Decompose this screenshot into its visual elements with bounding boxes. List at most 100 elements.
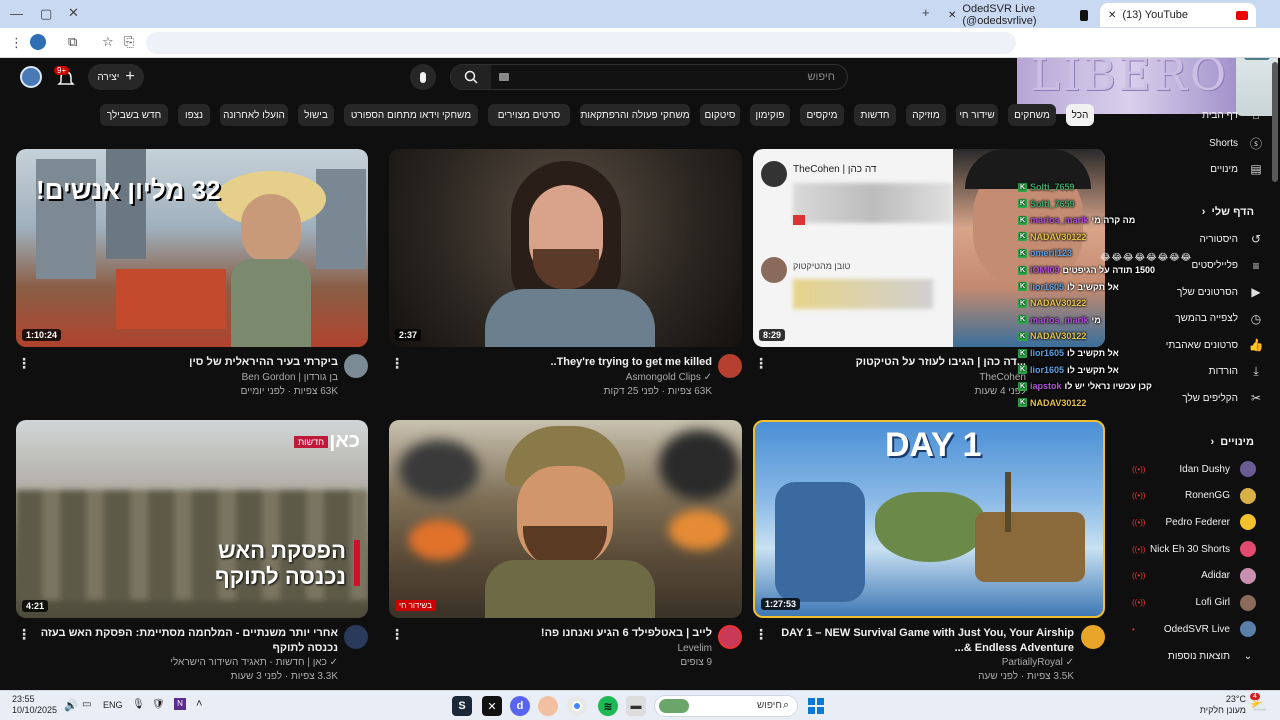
bookmark-star-icon[interactable]: ☆ (102, 34, 114, 50)
create-button[interactable]: יצירה + (88, 64, 144, 90)
you-section-header[interactable]: › הדף שלי (1124, 206, 1254, 218)
more-actions-icon[interactable]: ⋮ (390, 627, 404, 641)
channel-avatar[interactable] (344, 354, 368, 378)
subscriptions-header[interactable]: › מינויים (1124, 436, 1254, 448)
channel-name[interactable]: ✓ Asmongold Clips (414, 371, 712, 385)
video-title[interactable]: They're trying to get me killed.. (414, 355, 712, 370)
video-title[interactable]: לייב | באטלפילד 6 הגיע ואנחנו פה! (414, 626, 712, 641)
file-explorer-icon[interactable]: ▬ (626, 696, 646, 716)
onenote-icon[interactable]: N (174, 698, 186, 710)
spotify-icon[interactable]: ≋ (598, 696, 618, 716)
video-title[interactable]: ביקרתי בעיר ההיראלית של סין (40, 355, 338, 370)
channel-name[interactable]: ✓ PartiallyRoyal (776, 656, 1074, 670)
app-icon[interactable] (538, 696, 558, 716)
capcut-icon[interactable]: ✕ (482, 696, 502, 716)
restore-icon[interactable]: ▢ (40, 6, 52, 22)
menu-dots-icon[interactable]: ⋮ (10, 35, 23, 51)
subscription-item[interactable]: • OdedSVR Live (1124, 616, 1256, 642)
chip-0[interactable]: הכל (1066, 104, 1094, 126)
chip-8[interactable]: משחקי פעולה והרפתקאות (580, 104, 690, 126)
video-thumbnail[interactable]: 32 מליון אנשים! 1:10:24 (16, 149, 368, 347)
channel-avatar-live[interactable] (718, 625, 742, 649)
discord-icon[interactable]: d (510, 696, 530, 716)
tab-close-icon[interactable]: ✕ (1108, 10, 1116, 21)
install-app-icon[interactable]: ⎘ (124, 34, 134, 50)
chip-14[interactable]: חדש בשבילך (100, 104, 168, 126)
video-thumbnail[interactable]: בשידור חי (389, 420, 742, 618)
search-box[interactable]: חיפוש (450, 64, 848, 90)
more-actions-icon[interactable]: ⋮ (390, 356, 404, 370)
chip-3[interactable]: מוזיקה (906, 104, 946, 126)
video-thumbnail[interactable]: כאן חדשות הפסקת האש נכנסה לתוקף 4:21 (16, 420, 368, 618)
sidebar-item-0[interactable]: דף הבית ⌂ (1124, 102, 1264, 128)
keyboard-icon[interactable] (499, 73, 509, 81)
chip-5[interactable]: מיקסים (800, 104, 844, 126)
subscription-item[interactable]: ((•)) Pedro Federer (1124, 509, 1256, 535)
account-avatar[interactable] (20, 66, 42, 88)
channel-avatar[interactable] (1081, 625, 1105, 649)
chevron-up-icon[interactable]: ˄ (196, 698, 202, 710)
chip-1[interactable]: משחקים (1008, 104, 1056, 126)
address-bar[interactable] (146, 32, 1016, 54)
extensions-icon[interactable]: ⧉ (68, 34, 77, 50)
more-actions-icon[interactable]: ⋮ (754, 356, 768, 370)
more-actions-icon[interactable]: ⋮ (17, 627, 31, 641)
microphone-icon[interactable]: 🎙 (132, 699, 145, 710)
tab-odedsvr[interactable]: ✕ OdedSVR Live (@odedsvrlive) (940, 3, 1096, 27)
chip-4[interactable]: חדשות (854, 104, 896, 126)
sidebar-item-2[interactable]: מינויים ▤ (1124, 156, 1264, 182)
chip-12[interactable]: הועלו לאחרונה (220, 104, 288, 126)
chip-6[interactable]: פוקימון (750, 104, 790, 126)
chip-13[interactable]: נצפו (178, 104, 210, 126)
taskbar-search[interactable]: חיפוש ⌕ (654, 695, 798, 717)
channel-name[interactable]: TheCohen (776, 371, 1026, 385)
video-thumbnail[interactable]: DAY 1 1:27:53 (753, 420, 1105, 618)
chip-9[interactable]: סרטים מצוירים (488, 104, 570, 126)
voice-search-button[interactable] (410, 64, 436, 90)
minimize-icon[interactable]: — (10, 6, 23, 21)
notifications-icon[interactable]: 9+ (54, 66, 76, 88)
subscription-item[interactable]: ((•)) Idan Dushy (1124, 456, 1256, 482)
video-title[interactable]: ...דה כהן | הגיבו לעוזר על הטיקטוק (776, 355, 1026, 370)
chrome-icon[interactable] (567, 696, 587, 716)
chip-10[interactable]: משחקי וידאו מתחום הספורט (344, 104, 478, 126)
video-title[interactable]: DAY 1 – NEW Survival Game with Just You,… (776, 626, 1074, 656)
search-input[interactable]: חיפוש (808, 71, 835, 83)
tab-close-icon[interactable]: ✕ (948, 10, 956, 21)
sidebar-you-item-2[interactable]: הסרטונים שלך ▶ (1124, 279, 1264, 305)
channel-avatar[interactable] (718, 354, 742, 378)
chip-11[interactable]: בישול (298, 104, 334, 126)
start-icon[interactable] (806, 696, 826, 716)
weather-widget[interactable]: 23°C מעונן חלקית (1198, 694, 1246, 716)
more-actions-icon[interactable]: ⋮ (17, 356, 31, 370)
chip-2[interactable]: שידור חי (956, 104, 998, 126)
subscription-item[interactable]: ((•)) RonenGG (1124, 483, 1256, 509)
video-title[interactable]: אחרי יותר משנתיים - המלחמה מסתיימת: הפסק… (40, 626, 338, 656)
steam-icon[interactable]: S (452, 696, 472, 716)
new-tab-icon[interactable]: + (922, 5, 930, 20)
sidebar-you-item-0[interactable]: היסטוריה ↺ (1124, 226, 1264, 252)
close-icon[interactable]: ✕ (68, 5, 79, 21)
subscription-item[interactable]: ((•)) Adidar (1124, 563, 1256, 589)
channel-name[interactable]: בן גורדון | Ben Gordon (40, 371, 338, 385)
video-thumbnail[interactable]: 2:37 (389, 149, 742, 347)
show-more-button[interactable]: תוצאות נוספות ⌄ (1124, 643, 1256, 669)
page-scrollbar[interactable] (1272, 62, 1278, 182)
language-indicator[interactable]: ENG (103, 700, 123, 710)
channel-avatar[interactable] (344, 625, 368, 649)
sidebar-you-item-4[interactable]: סרטונים שאהבתי 👍 (1124, 332, 1264, 358)
channel-name[interactable]: ✓ כאן | חדשות - תאגיד השידור הישראלי (40, 656, 338, 670)
tab-youtube[interactable]: ✕ (13) YouTube (1100, 3, 1256, 27)
chip-7[interactable]: סיטקום (700, 104, 740, 126)
clock[interactable]: 23:55 10/10/2025 (12, 694, 57, 716)
speaker-icon[interactable]: 🔊 (64, 699, 78, 712)
sidebar-item-1[interactable]: Shorts ⓢ (1124, 130, 1264, 156)
security-icon[interactable]: 🛡 (152, 699, 165, 710)
profile-avatar[interactable] (30, 34, 46, 50)
subscription-item[interactable]: ((•)) Nick Eh 30 Shorts (1124, 536, 1256, 562)
battery-icon[interactable]: ▭ (82, 699, 91, 710)
channel-name[interactable]: Levelim (414, 642, 712, 656)
sidebar-you-item-3[interactable]: לצפייה בהמשך ◷ (1124, 306, 1264, 332)
subscription-item[interactable]: ((•)) Lofi Girl (1124, 590, 1256, 616)
search-button[interactable] (451, 65, 491, 89)
